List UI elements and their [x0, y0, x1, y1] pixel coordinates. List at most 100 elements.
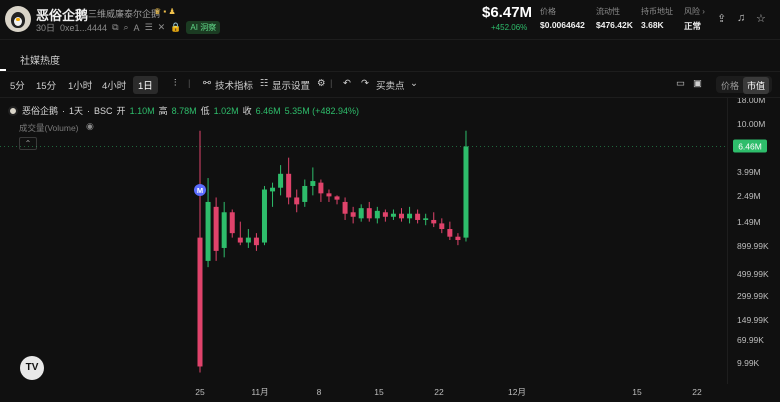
undo-icon[interactable]: ↶: [343, 78, 351, 89]
candle-type-icon[interactable]: ⫶: [174, 78, 176, 89]
display-settings-button[interactable]: 显示设置: [272, 78, 310, 92]
candle-body: [431, 219, 437, 224]
divider: |: [330, 78, 333, 89]
candle-body: [229, 212, 235, 234]
x-tick-label: 25: [195, 387, 205, 397]
candle-body: [253, 237, 259, 246]
search-icon[interactable]: ⌕: [124, 22, 129, 33]
m-marker-label: M: [197, 186, 203, 195]
layout-icon[interactable]: ▭: [676, 78, 685, 89]
star-icon[interactable]: ☆: [756, 12, 766, 25]
display-settings-icon[interactable]: ☷: [260, 78, 269, 89]
stat-risk-label[interactable]: 风险 ›: [684, 6, 705, 17]
candle-body: [358, 208, 364, 219]
candle-body: [374, 210, 380, 219]
token-fullname: 三维威廉泰尔企鹅: [88, 9, 161, 19]
chevron-down-icon[interactable]: ⌄: [410, 78, 418, 89]
candle-body: [447, 229, 453, 237]
x-tick-label: 8: [317, 387, 322, 397]
indicators-button[interactable]: 技术指标: [215, 78, 253, 92]
lock-icon[interactable]: 🔒: [170, 22, 181, 33]
timeframe-4h[interactable]: 4小时: [102, 78, 126, 92]
bell-icon[interactable]: ♫: [737, 12, 745, 24]
last-price-label: 6.46M: [738, 141, 762, 151]
gear-icon[interactable]: ⚙: [317, 78, 326, 89]
y-tick-label: 69.99K: [737, 335, 764, 345]
x-tick-label: 22: [434, 387, 444, 397]
tab-bar: 社媒热度: [0, 40, 780, 72]
stat-price-value: $0.0064642: [540, 20, 585, 30]
x-tick-label: 12月: [508, 387, 526, 397]
tradingview-logo: TV: [20, 356, 44, 380]
price-change: +452.06%: [491, 23, 528, 32]
tab-underline: [0, 69, 6, 71]
timeframe-1h[interactable]: 1小时: [68, 78, 92, 92]
candle-body: [390, 213, 396, 217]
ai-insight-badge[interactable]: AI 洞察: [186, 21, 221, 34]
token-header: 恶俗企鹅 三维威廉泰尔企鹅 ♛ ▪ ♟ 30日 0xe1...4444 ⧉ ⌕ …: [0, 0, 780, 40]
indicators-icon[interactable]: ⚯: [203, 78, 211, 89]
redo-icon[interactable]: ↷: [361, 78, 369, 89]
stat-price-label: 价格: [540, 7, 556, 16]
candle-body: [302, 185, 308, 202]
timeframe-1d[interactable]: 1日: [133, 76, 158, 94]
token-avatar: [5, 6, 31, 32]
y-tick-label: 3.99M: [737, 167, 761, 177]
candle-body: [463, 146, 469, 238]
y-tick-label: 9.99K: [737, 358, 760, 368]
stat-liquidity-value: $476.42K: [596, 20, 633, 30]
x-tick-label: 15: [374, 387, 384, 397]
token-badges-icon: ♛ ▪ ♟: [154, 7, 176, 16]
candle-body: [270, 187, 276, 192]
timeframe-5m[interactable]: 5分: [10, 78, 25, 92]
candle-body: [455, 236, 461, 241]
market-cap-value: $6.47M: [482, 4, 533, 21]
candle-body: [245, 237, 251, 243]
token-age: 30日: [36, 23, 56, 33]
candle-body: [278, 173, 284, 188]
candle-body: [382, 212, 388, 217]
candle-body: [399, 213, 404, 219]
candle-body: [350, 212, 356, 217]
timeframe-15m[interactable]: 15分: [36, 78, 56, 92]
x-tick-label: 22: [692, 387, 702, 397]
y-tick-label: 18.00M: [737, 98, 765, 105]
x-tick-label: 15: [632, 387, 642, 397]
tab-social-heat[interactable]: 社媒热度: [20, 52, 60, 67]
toggle-mcap[interactable]: 市值: [743, 77, 770, 94]
candle-body: [318, 182, 324, 194]
social-icon[interactable]: ☰: [145, 22, 153, 33]
candle-body: [286, 173, 292, 198]
trade-points-button[interactable]: 买卖点: [376, 78, 405, 92]
candle-body: [407, 213, 413, 219]
website-icon[interactable]: A: [134, 23, 140, 33]
candle-body: [326, 193, 332, 197]
price-mcap-toggle[interactable]: 价格 市值: [716, 76, 772, 94]
share-icon[interactable]: ⇪: [717, 12, 726, 25]
toggle-price[interactable]: 价格: [721, 79, 739, 92]
divider: |: [188, 78, 191, 89]
token-address[interactable]: 0xe1...4444: [60, 23, 107, 33]
y-tick-label: 10.00M: [737, 119, 765, 129]
twitter-icon[interactable]: ✕: [158, 22, 166, 33]
chart-toolbar: 5分 15分 1小时 4小时 1日 ⫶ | ⚯ 技术指标 ☷ 显示设置 ⚙ | …: [0, 72, 780, 98]
candle-body: [261, 189, 267, 243]
candle-body: [342, 201, 348, 214]
fullscreen-icon[interactable]: ▣: [693, 78, 702, 89]
candle-body: [294, 197, 300, 205]
candle-body: [423, 218, 429, 220]
y-tick-label: 1.49M: [737, 217, 761, 227]
candle-body: [213, 206, 219, 251]
x-tick-label: 11月: [251, 387, 268, 397]
stat-liquidity-label: 流动性: [596, 7, 620, 16]
candle-body: [439, 223, 445, 230]
candle-body: [205, 201, 211, 261]
copy-icon[interactable]: ⧉: [112, 22, 118, 33]
stat-holders-label: 持币地址: [641, 7, 673, 16]
y-tick-label: 2.49M: [737, 191, 761, 201]
candlestick-chart[interactable]: 18.00M 10.00M 3.99M 2.49M 1.49M 899.99K 499.99…: [0, 98, 780, 402]
candle-body: [237, 237, 243, 243]
stat-holders-value: 3.68K: [641, 20, 664, 30]
candle-body: [415, 213, 421, 220]
stat-risk-value: 正常: [684, 21, 702, 31]
